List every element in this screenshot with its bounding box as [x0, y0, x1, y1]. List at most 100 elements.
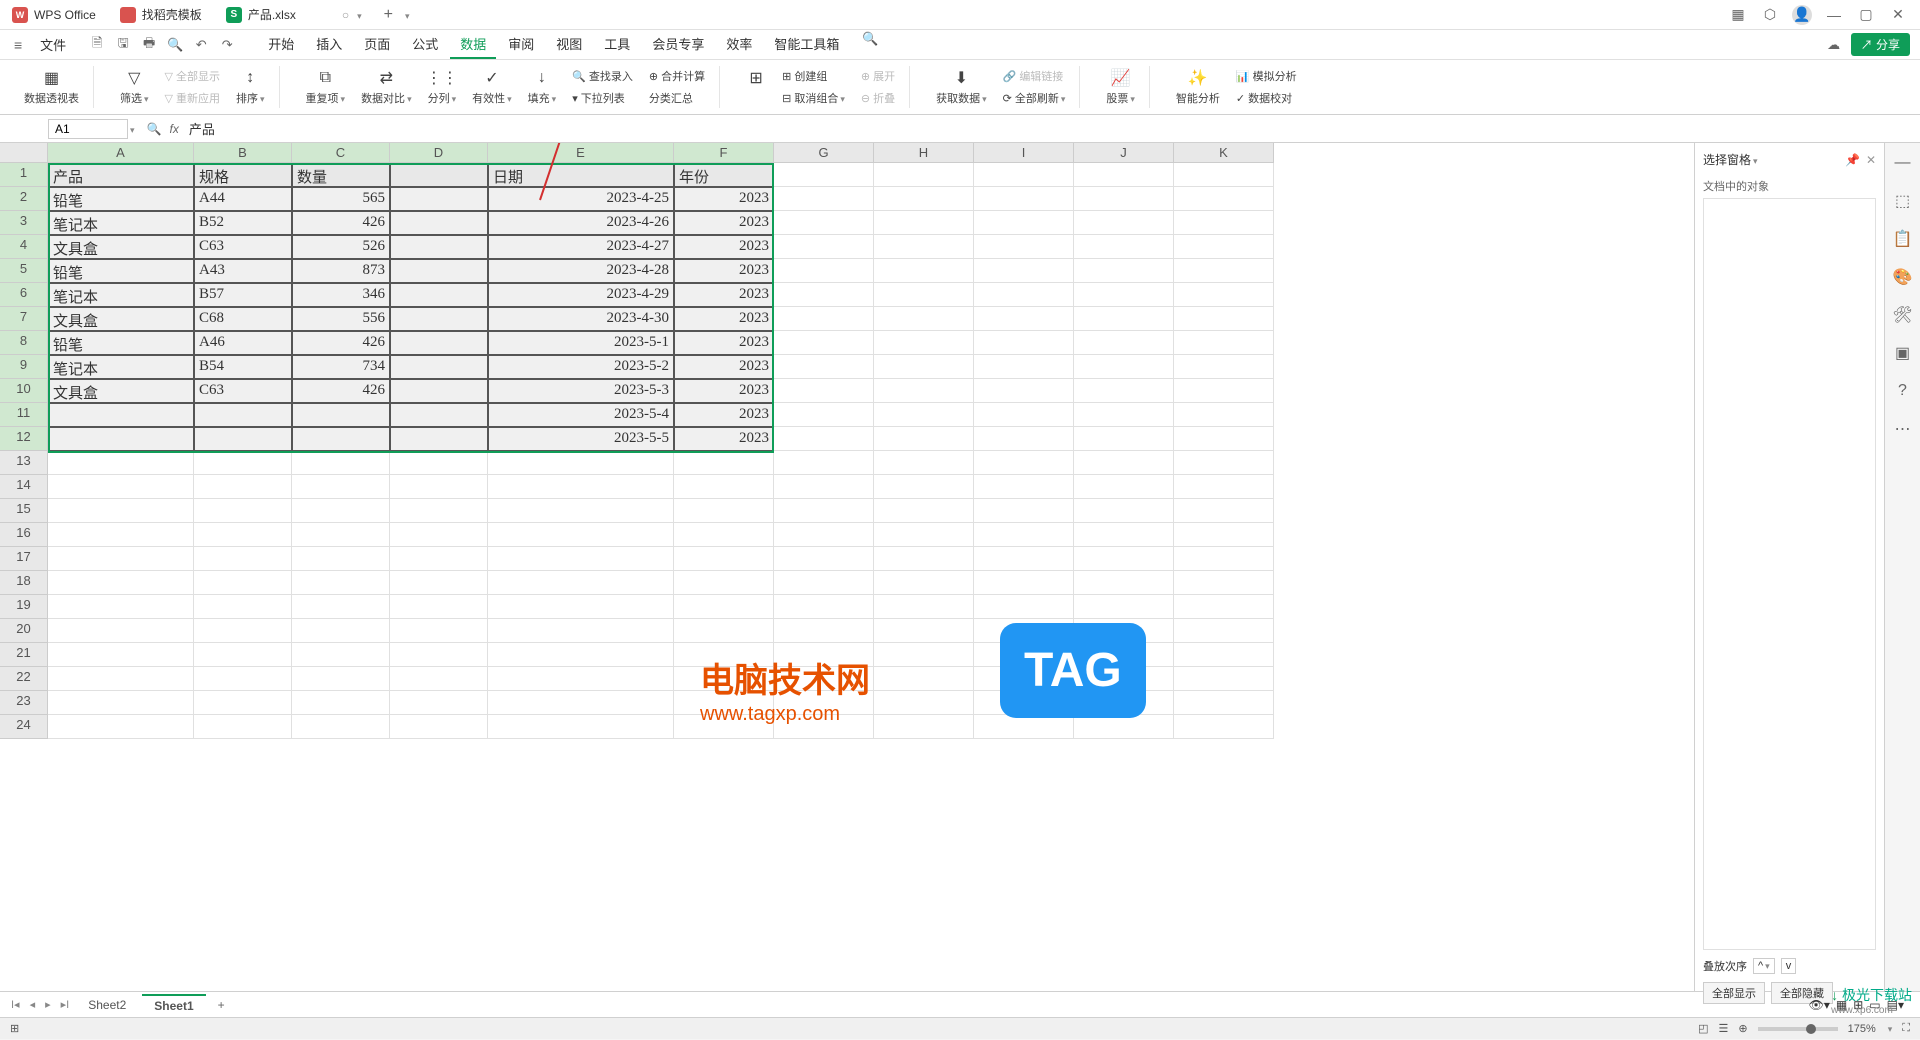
cell-D10[interactable] — [390, 379, 488, 403]
cell-D15[interactable] — [390, 499, 488, 523]
cell-J14[interactable] — [1074, 475, 1174, 499]
select-all-corner[interactable] — [0, 143, 48, 163]
layer-up[interactable]: ^ — [1753, 958, 1775, 974]
cell-K15[interactable] — [1174, 499, 1274, 523]
fx-icon[interactable]: fx — [169, 122, 178, 136]
cell-B20[interactable] — [194, 619, 292, 643]
reapply-button[interactable]: ▽重新应用 — [161, 88, 224, 108]
cell-A10[interactable]: 文具盒 — [48, 379, 194, 403]
clipboard-icon[interactable]: 📋 — [1891, 227, 1915, 251]
cell-I6[interactable] — [974, 283, 1074, 307]
cell-K4[interactable] — [1174, 235, 1274, 259]
cell-F6[interactable]: 2023 — [674, 283, 774, 307]
cell-G6[interactable] — [774, 283, 874, 307]
cell-K13[interactable] — [1174, 451, 1274, 475]
cell-G5[interactable] — [774, 259, 874, 283]
cell-J19[interactable] — [1074, 595, 1174, 619]
row-header-18[interactable]: 18 — [0, 571, 48, 595]
cell-B17[interactable] — [194, 547, 292, 571]
cell-B5[interactable]: A43 — [194, 259, 292, 283]
tab-tools[interactable]: 工具 — [594, 30, 640, 59]
create-group-button[interactable]: ⊞创建组 — [778, 66, 849, 86]
cell-J1[interactable] — [1074, 163, 1174, 187]
cell-A8[interactable]: 铅笔 — [48, 331, 194, 355]
cell-I11[interactable] — [974, 403, 1074, 427]
cell-B10[interactable]: C63 — [194, 379, 292, 403]
cell-B2[interactable]: A44 — [194, 187, 292, 211]
sheet-prev[interactable]: ◂ — [27, 998, 39, 1011]
cell-G13[interactable] — [774, 451, 874, 475]
col-header-D[interactable]: D — [390, 143, 488, 163]
cell-E21[interactable] — [488, 643, 674, 667]
pivot-button[interactable]: ▦数据透视表 — [20, 66, 83, 108]
cell-E2[interactable]: 2023-4-25 — [488, 187, 674, 211]
cell-E20[interactable] — [488, 619, 674, 643]
cell-A22[interactable] — [48, 667, 194, 691]
col-header-A[interactable]: A — [48, 143, 194, 163]
tab-data[interactable]: 数据 — [450, 30, 496, 59]
cell-A24[interactable] — [48, 715, 194, 739]
cell-C13[interactable] — [292, 451, 390, 475]
cell-H24[interactable] — [874, 715, 974, 739]
cell-K12[interactable] — [1174, 427, 1274, 451]
avatar-icon[interactable]: 👤 — [1792, 5, 1812, 25]
cell-G4[interactable] — [774, 235, 874, 259]
cell-D13[interactable] — [390, 451, 488, 475]
filter-button[interactable]: ▽筛选 — [116, 66, 153, 108]
cell-G9[interactable] — [774, 355, 874, 379]
cell-J2[interactable] — [1074, 187, 1174, 211]
cell-E23[interactable] — [488, 691, 674, 715]
cell-G12[interactable] — [774, 427, 874, 451]
cell-I14[interactable] — [974, 475, 1074, 499]
search-icon[interactable]: 🔍 — [861, 30, 879, 48]
cell-I10[interactable] — [974, 379, 1074, 403]
cell-K19[interactable] — [1174, 595, 1274, 619]
cell-K1[interactable] — [1174, 163, 1274, 187]
cell-F13[interactable] — [674, 451, 774, 475]
cell-D12[interactable] — [390, 427, 488, 451]
cell-H14[interactable] — [874, 475, 974, 499]
cell-F8[interactable]: 2023 — [674, 331, 774, 355]
cell-F5[interactable]: 2023 — [674, 259, 774, 283]
status-icon-3[interactable]: ⊕ — [1738, 1022, 1747, 1035]
cell-J9[interactable] — [1074, 355, 1174, 379]
cell-C10[interactable]: 426 — [292, 379, 390, 403]
cloud-icon[interactable]: ☁ — [1825, 36, 1843, 54]
cell-H21[interactable] — [874, 643, 974, 667]
cell-D20[interactable] — [390, 619, 488, 643]
cell-J7[interactable] — [1074, 307, 1174, 331]
cell-J3[interactable] — [1074, 211, 1174, 235]
col-header-C[interactable]: C — [292, 143, 390, 163]
cell-G14[interactable] — [774, 475, 874, 499]
cell-F12[interactable]: 2023 — [674, 427, 774, 451]
new-icon[interactable]: 🗎 — [88, 36, 106, 54]
pin-icon[interactable]: 📌 — [1845, 153, 1860, 167]
row-header-24[interactable]: 24 — [0, 715, 48, 739]
subtotal-button[interactable]: 分类汇总 — [645, 88, 709, 108]
tools-icon[interactable]: 🛠 — [1891, 303, 1915, 327]
cell-J12[interactable] — [1074, 427, 1174, 451]
cell-E5[interactable]: 2023-4-28 — [488, 259, 674, 283]
cell-E8[interactable]: 2023-5-1 — [488, 331, 674, 355]
cell-H17[interactable] — [874, 547, 974, 571]
cell-H10[interactable] — [874, 379, 974, 403]
cell-J13[interactable] — [1074, 451, 1174, 475]
cell-K22[interactable] — [1174, 667, 1274, 691]
cell-I2[interactable] — [974, 187, 1074, 211]
cell-D1[interactable] — [390, 163, 488, 187]
tab-member[interactable]: 会员专享 — [642, 30, 714, 59]
cell-H5[interactable] — [874, 259, 974, 283]
cell-G8[interactable] — [774, 331, 874, 355]
col-header-E[interactable]: E — [488, 143, 674, 163]
sheet-next[interactable]: ▸ — [42, 998, 54, 1011]
cell-H3[interactable] — [874, 211, 974, 235]
cell-I16[interactable] — [974, 523, 1074, 547]
app-tab-file[interactable]: S 产品.xlsx ○ — [214, 0, 374, 29]
cell-A1[interactable]: 产品 — [48, 163, 194, 187]
cell-C18[interactable] — [292, 571, 390, 595]
cell-C19[interactable] — [292, 595, 390, 619]
cell-A15[interactable] — [48, 499, 194, 523]
cell-B19[interactable] — [194, 595, 292, 619]
cell-I1[interactable] — [974, 163, 1074, 187]
cell-B22[interactable] — [194, 667, 292, 691]
